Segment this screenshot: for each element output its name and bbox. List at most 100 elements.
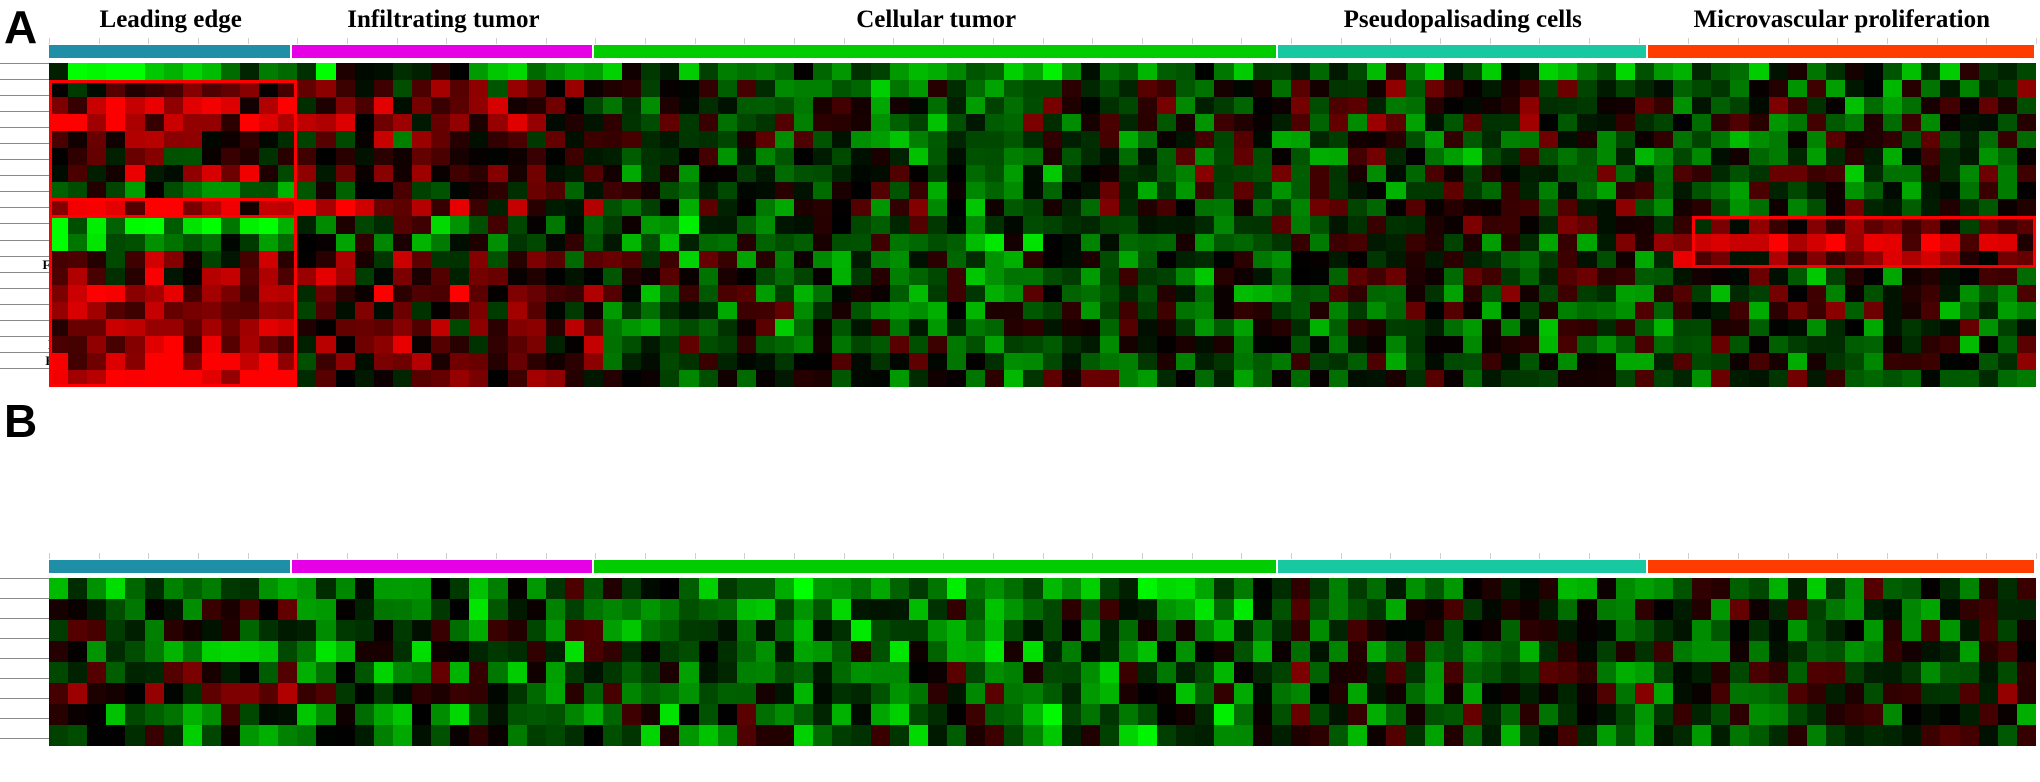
axis-tick [1688,38,1689,44]
axis-tick [248,38,249,44]
axis-tick [1887,553,1888,559]
axis-tick [1490,553,1491,559]
axis-tick [1192,38,1193,44]
axis-tick [1589,38,1590,44]
panel-a-region-colorbar [49,45,2036,58]
axis-tick [1738,553,1739,559]
axis-tick [297,553,298,559]
axis-tick [248,553,249,559]
axis-tick [446,38,447,44]
axis-tick [99,553,100,559]
axis-tick [943,38,944,44]
axis-tick [148,553,149,559]
axis-tick [695,38,696,44]
axis-tick [1639,38,1640,44]
region-colorbar-segment-microvascular-proliferation [1647,45,2034,58]
axis-tick [1589,553,1590,559]
panel-b-letter: B [4,395,38,447]
axis-tick [397,38,398,44]
axis-tick [1738,38,1739,44]
axis-tick [347,38,348,44]
axis-tick [645,38,646,44]
region-title-cellular-tumor: Cellular tumor [856,6,1017,33]
axis-tick [496,553,497,559]
axis-tick [198,38,199,44]
axis-tick [1142,38,1143,44]
axis-tick [446,553,447,559]
axis-tick [993,38,994,44]
region-colorbar-segment-infiltrating-tumor [292,45,593,58]
region-colorbar-segment-pseudopalisading-cells [1277,45,1646,58]
axis-tick [1341,38,1342,44]
axis-tick [1291,38,1292,44]
axis-tick [695,553,696,559]
region-colorbar-segment-cellular-tumor [594,560,1276,573]
region-colorbar-segment-leading-edge [49,560,291,573]
axis-tick [347,553,348,559]
axis-tick [645,553,646,559]
axis-tick [1390,38,1391,44]
axis-tick [595,553,596,559]
axis-tick [1937,38,1938,44]
panel-a-letter: A [4,1,38,53]
axis-tick [546,38,547,44]
axis-tick [1788,553,1789,559]
axis-tick [1837,38,1838,44]
axis-tick [943,553,944,559]
axis-tick [1043,553,1044,559]
axis-tick [1539,553,1540,559]
axis-tick [1837,553,1838,559]
axis-tick [893,38,894,44]
axis-tick [1539,38,1540,44]
axis-tick [744,553,745,559]
panel-a-heatmap [49,63,2036,387]
axis-tick [546,553,547,559]
region-title-infiltrating-tumor: Infiltrating tumor [347,6,540,33]
region-colorbar-segment-leading-edge [49,45,291,58]
axis-tick [744,38,745,44]
axis-tick [1490,38,1491,44]
region-title-leading-edge: Leading edge [99,6,242,33]
axis-tick [1241,553,1242,559]
axis-tick [1937,553,1938,559]
axis-tick [49,553,50,559]
region-title-pseudopalisading-cells: Pseudopalisading cells [1343,6,1582,33]
panel-b-heatmap [49,578,2036,746]
panel-b-tick-row [49,553,2037,559]
figure-root: A Leading edge Infiltrating tumor Cellular… [0,0,2040,782]
axis-tick [297,38,298,44]
panel-a-tick-row [49,38,2037,44]
region-colorbar-segment-cellular-tumor [594,45,1276,58]
axis-tick [1788,38,1789,44]
axis-tick [1142,553,1143,559]
region-title-microvascular-proliferation: Microvascular proliferation [1693,6,1991,33]
axis-tick [496,38,497,44]
axis-tick [1887,38,1888,44]
region-colorbar-segment-microvascular-proliferation [1647,560,2034,573]
axis-tick [49,38,50,44]
axis-tick [1986,38,1987,44]
region-colorbar-segment-pseudopalisading-cells [1277,560,1646,573]
axis-tick [1192,553,1193,559]
axis-tick [1341,553,1342,559]
axis-tick [844,553,845,559]
axis-tick [2036,553,2037,559]
panel-b-region-colorbar [49,560,2036,573]
axis-tick [148,38,149,44]
axis-tick [993,553,994,559]
axis-tick [1440,38,1441,44]
axis-tick [794,38,795,44]
axis-tick [1092,553,1093,559]
axis-tick [1986,553,1987,559]
axis-tick [2036,38,2037,44]
axis-tick [1043,38,1044,44]
axis-tick [1440,553,1441,559]
region-colorbar-segment-infiltrating-tumor [292,560,593,573]
axis-tick [1291,553,1292,559]
axis-tick [595,38,596,44]
axis-tick [1639,553,1640,559]
axis-tick [844,38,845,44]
axis-tick [1688,553,1689,559]
axis-tick [1092,38,1093,44]
axis-tick [1241,38,1242,44]
